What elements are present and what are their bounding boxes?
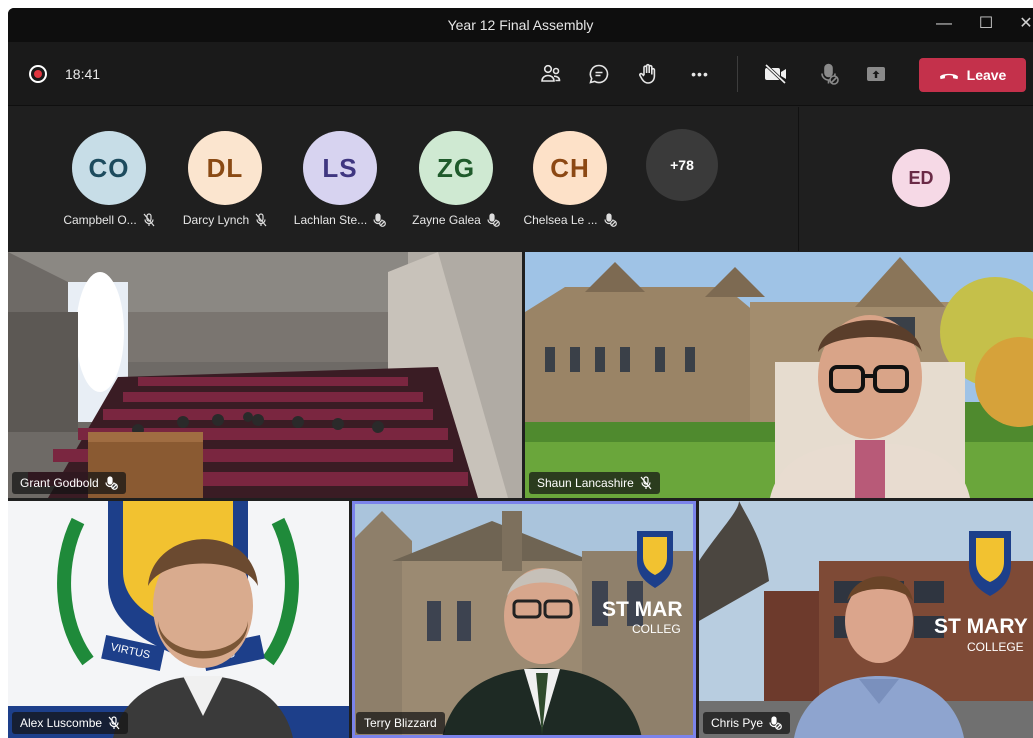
participant-name: Lachlan Ste... [293,213,368,227]
participant-name-row: Lachlan Ste... [285,213,395,227]
mic-muted-icon [255,213,267,227]
mic-muted-icon [143,213,155,227]
mic-off-icon [373,213,387,227]
participant-avatar-tile[interactable]: CO Campbell O... [54,131,164,227]
college-name-line2-b: COLLEGE [967,640,1024,654]
participant-name: Grant Godbold [20,476,99,490]
school-building-video [525,252,1033,498]
mic-toggle-button[interactable] [813,58,845,90]
video-tile-terry-blizzard[interactable]: ST MAR COLLEG Terry Blizzard [352,501,696,738]
participant-name-badge: Grant Godbold [12,472,126,494]
avatar: LS [303,131,377,205]
crest-background-video: VIRTUS AS [8,501,349,738]
toolbar-divider [737,56,738,92]
maximize-button[interactable]: ☐ [973,13,999,35]
raise-hand-icon [639,63,656,84]
participant-name: Campbell O... [63,213,137,227]
mic-off-icon [105,476,118,490]
title-bar: Year 12 Final Assembly — ☐ ✕ [8,8,1033,42]
video-tile-shaun-lancashire[interactable]: Shaun Lancashire [525,252,1033,498]
people-icon [541,64,561,82]
participant-name-badge: Shaun Lancashire [529,472,660,494]
camera-off-icon [764,63,787,85]
participant-name: Shaun Lancashire [537,476,634,490]
participant-name: Chelsea Le ... [523,213,598,227]
meeting-title: Year 12 Final Assembly [447,17,594,33]
self-view-panel: ED [798,107,1033,251]
avatar: CH [533,131,607,205]
meeting-timer: 18:41 [65,66,101,82]
participant-name-badge: Terry Blizzard [356,712,445,734]
participant-name-badge: Alex Luscombe [12,712,129,734]
mic-muted-icon [108,716,120,730]
people-button[interactable] [535,58,567,90]
participant-avatar-tile[interactable]: DL Darcy Lynch [170,131,280,227]
meeting-toolbar: 18:41 ••• Leave [8,42,1033,106]
college-building-video: ST MARY COLLEGE [699,501,1033,738]
participant-name: Chris Pye [711,716,764,730]
minimize-button[interactable]: — [931,13,957,35]
mic-off-icon [821,63,839,85]
college-name-line1: ST MAR [602,598,683,621]
college-name-line1-b: ST MARY [934,615,1028,638]
phone-hangup-icon [939,73,958,80]
participant-strip: CO Campbell O... DL Darcy Lynch LS Lachl… [8,107,798,251]
close-button[interactable]: ✕ [1013,13,1033,35]
more-options-button[interactable]: ••• [684,58,716,90]
mic-muted-icon [640,476,652,490]
chat-button[interactable] [583,58,615,90]
participant-name: Zayne Galea [412,213,481,227]
participant-name-row: Zayne Galea [401,213,511,227]
chat-icon [589,64,609,84]
recording-icon [29,65,47,83]
participant-name-row: Chelsea Le ... [515,213,625,227]
participant-avatar-tile[interactable]: LS Lachlan Ste... [285,131,395,227]
video-tile-alex-luscombe[interactable]: VIRTUS AS Alex Luscombe [8,501,349,738]
college-name-line2: COLLEG [632,622,681,636]
participant-name-row: Darcy Lynch [170,213,280,227]
participant-name: Alex Luscombe [20,716,103,730]
share-tray-icon [867,67,885,81]
college-background-video: ST MAR COLLEG [352,501,696,738]
leave-label: Leave [966,67,1007,83]
camera-toggle-button[interactable] [760,58,792,90]
leave-button[interactable]: Leave [919,58,1026,92]
participant-name-row: Campbell O... [54,213,164,227]
video-tile-chris-pye[interactable]: ST MARY COLLEGE Chris Pye [699,501,1033,738]
participant-name-badge: Chris Pye [703,712,791,734]
avatar: CO [72,131,146,205]
share-tray-button[interactable] [860,58,892,90]
avatar: DL [188,131,262,205]
more-participants-button[interactable]: +78 [646,129,718,201]
participant-name: Terry Blizzard [364,716,437,730]
mic-off-icon [603,213,617,227]
participant-name: Darcy Lynch [182,213,250,227]
avatar: ZG [419,131,493,205]
mic-off-icon [487,213,500,227]
raise-hand-button[interactable] [632,58,664,90]
self-avatar[interactable]: ED [892,149,950,207]
auditorium-video [8,252,522,498]
teams-meeting-window: Year 12 Final Assembly — ☐ ✕ 18:41 ••• L… [8,8,1033,738]
participant-avatar-tile[interactable]: ZG Zayne Galea [401,131,511,227]
video-tile-grant-godbold[interactable]: Grant Godbold [8,252,522,498]
participant-avatar-tile[interactable]: CH Chelsea Le ... [515,131,625,227]
mic-off-icon [769,716,782,730]
